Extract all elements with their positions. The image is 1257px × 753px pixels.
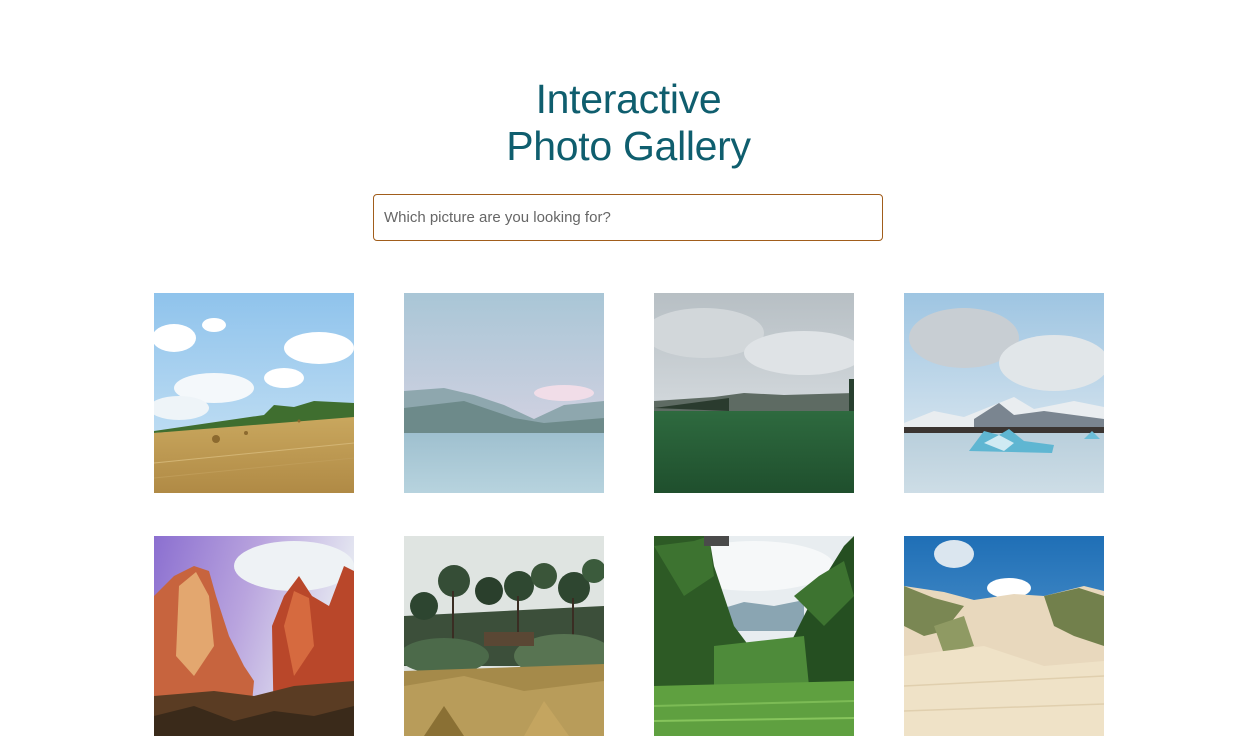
gallery-photo-dunes[interactable] bbox=[904, 536, 1104, 736]
field-image bbox=[154, 293, 354, 493]
glacier-image bbox=[904, 293, 1104, 493]
page-title: Interactive Photo Gallery bbox=[0, 76, 1257, 170]
gallery-photo-field[interactable] bbox=[154, 293, 354, 493]
dunes-image bbox=[904, 536, 1104, 736]
gallery-photo-canyon[interactable] bbox=[154, 536, 354, 736]
gallery-photo-meadow[interactable] bbox=[654, 293, 854, 493]
meadow-image bbox=[654, 293, 854, 493]
gallery-photo-lake[interactable] bbox=[404, 293, 604, 493]
gallery-photo-glacier[interactable] bbox=[904, 293, 1104, 493]
gallery-page: Interactive Photo Gallery bbox=[0, 0, 1257, 753]
title-line-2: Photo Gallery bbox=[506, 123, 751, 169]
gallery-photo-garden[interactable] bbox=[404, 536, 604, 736]
search-input[interactable] bbox=[373, 194, 883, 241]
photo-grid bbox=[154, 293, 1104, 736]
canyon-image bbox=[154, 536, 354, 736]
gallery-photo-valley[interactable] bbox=[654, 536, 854, 736]
lake-image bbox=[404, 293, 604, 493]
title-line-1: Interactive bbox=[535, 76, 722, 122]
garden-image bbox=[404, 536, 604, 736]
valley-image bbox=[654, 536, 854, 736]
